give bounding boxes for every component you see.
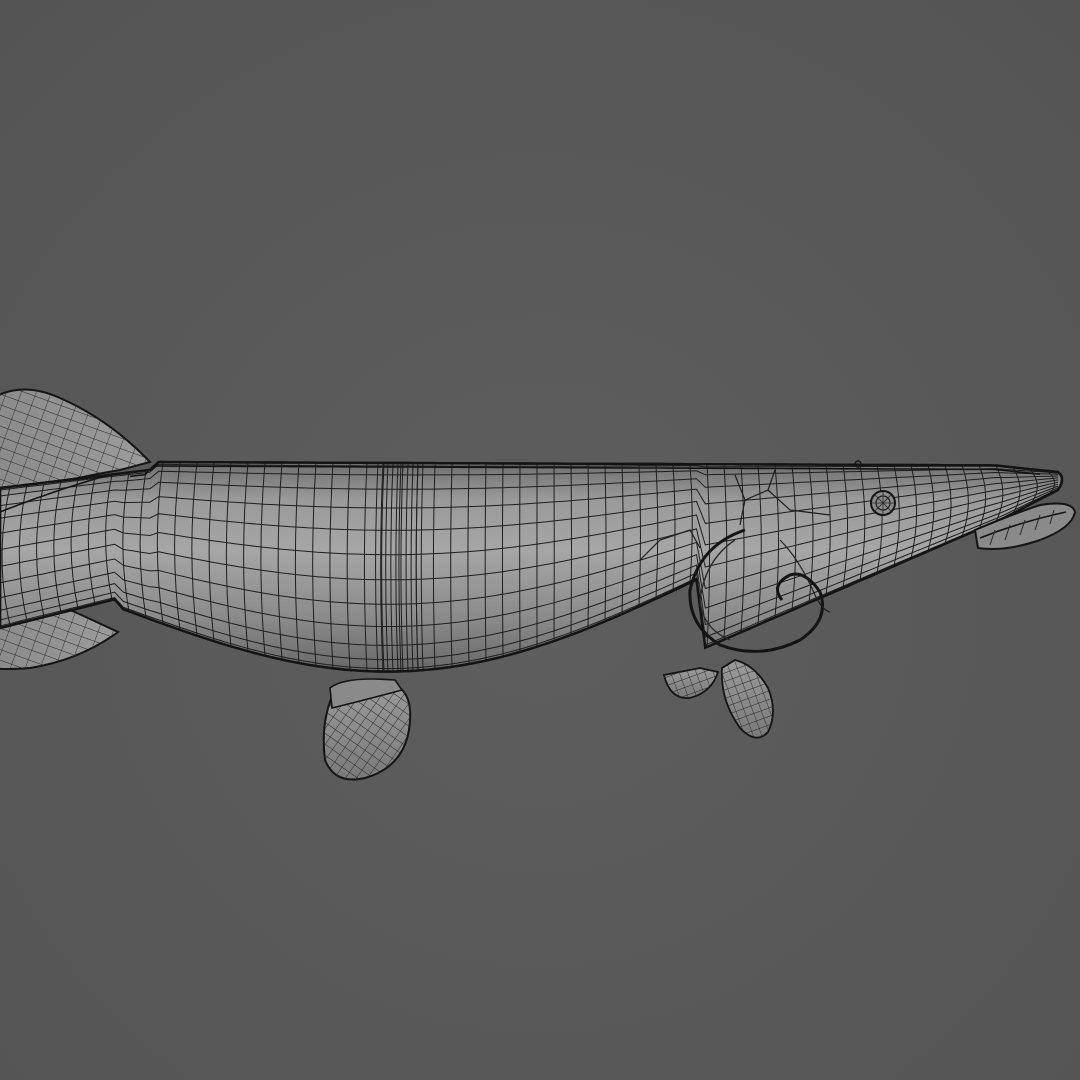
fish-eye [870, 490, 896, 516]
3d-viewport[interactable] [0, 0, 1080, 1080]
fish-wireframe-render [0, 0, 1080, 1080]
